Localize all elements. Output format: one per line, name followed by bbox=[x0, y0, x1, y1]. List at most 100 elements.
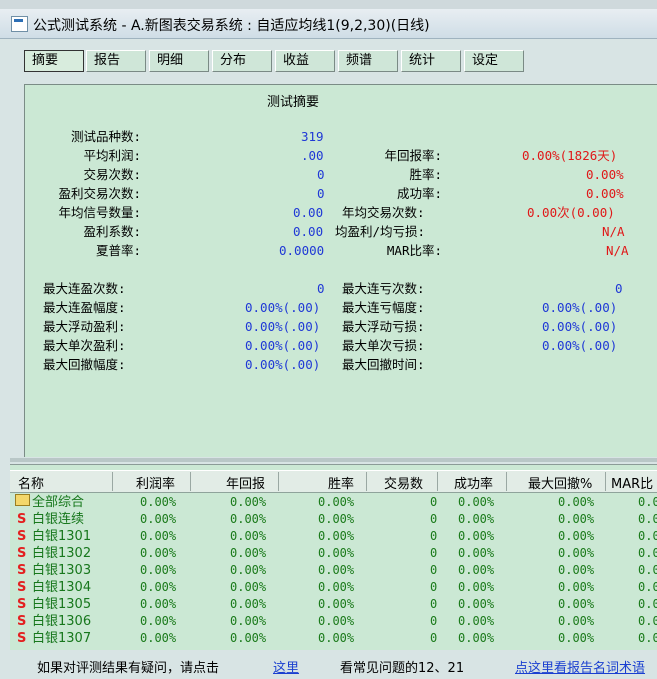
value-win-rate: 0.00% bbox=[586, 167, 624, 182]
row-cell: 0.00% bbox=[318, 597, 355, 611]
value-sharpe: 0.0000 bbox=[279, 243, 325, 258]
label-max-drawdown-time: 最大回撤时间: bbox=[342, 357, 425, 372]
row-cell: 0 bbox=[430, 580, 438, 594]
row-name: 白银1307 bbox=[32, 631, 92, 646]
row-cell: 0.00% bbox=[318, 546, 355, 560]
col-divider[interactable] bbox=[366, 472, 367, 491]
row-name: 全部综合 bbox=[32, 495, 85, 510]
row-cell: 0 bbox=[430, 495, 438, 509]
col-divider[interactable] bbox=[112, 472, 113, 491]
label-avg-win-loss: 均盈利/均亏损: bbox=[335, 224, 426, 239]
tab-spectrum[interactable]: 频谱 bbox=[338, 50, 398, 72]
tab-summary[interactable]: 摘要 bbox=[24, 50, 84, 72]
row-cell: 0.00% bbox=[140, 529, 177, 543]
title-bar[interactable]: 公式测试系统 - A.新图表交易系统 : 自适应均线1(9,2,30)(日线) bbox=[0, 9, 657, 39]
results-table: 名称 利润率 年回报 胜率 交易数 成功率 最大回撤% MAR比 全部综合 0.0… bbox=[10, 464, 657, 650]
value-success-rate: 0.00% bbox=[586, 186, 624, 201]
col-header-mar[interactable]: MAR比 bbox=[611, 473, 653, 492]
pane-splitter[interactable] bbox=[10, 458, 657, 462]
terms-link[interactable]: 点这里看报告名词术语 bbox=[515, 657, 645, 676]
tab-distribution[interactable]: 分布 bbox=[212, 50, 272, 72]
col-divider[interactable] bbox=[278, 472, 279, 491]
row-cell: 0 bbox=[430, 512, 438, 526]
row-cell: 0.00% bbox=[230, 529, 267, 543]
row-cell: 0.0 bbox=[638, 597, 657, 611]
tab-returns[interactable]: 收益 bbox=[275, 50, 335, 72]
row-cell: 0.0 bbox=[638, 529, 657, 543]
table-row[interactable]: S 白银1307 0.00% 0.00% 0.00% 0 0.00% 0.00% 0.0 bbox=[10, 630, 657, 647]
table-row[interactable]: S 白银1306 0.00% 0.00% 0.00% 0 0.00% 0.00% 0.0 bbox=[10, 613, 657, 630]
row-cell: 0.00% bbox=[230, 495, 267, 509]
stock-s-icon: S bbox=[17, 512, 27, 527]
row-cell: 0.00% bbox=[458, 580, 495, 594]
row-cell: 0.00% bbox=[558, 597, 595, 611]
value-profit-factor: 0.00 bbox=[293, 224, 324, 239]
label-trade-count: 交易次数: bbox=[83, 167, 141, 182]
row-cell: 0.00% bbox=[458, 546, 495, 560]
row-cell: 0.00% bbox=[458, 597, 495, 611]
row-cell: 0.00% bbox=[318, 580, 355, 594]
value-annual-signals: 0.00 bbox=[293, 205, 324, 220]
row-cell: 0.00% bbox=[558, 563, 595, 577]
row-cell: 0 bbox=[430, 631, 438, 645]
tab-settings[interactable]: 设定 bbox=[464, 50, 524, 72]
row-name: 白银1306 bbox=[32, 614, 92, 629]
row-cell: 0.0 bbox=[638, 495, 657, 509]
table-header: 名称 利润率 年回报 胜率 交易数 成功率 最大回撤% MAR比 bbox=[10, 470, 657, 493]
row-name: 白银1302 bbox=[32, 546, 92, 561]
col-header-name[interactable]: 名称 bbox=[18, 473, 44, 492]
label-success-rate: 成功率: bbox=[396, 186, 442, 201]
table-row[interactable]: S 白银1304 0.00% 0.00% 0.00% 0 0.00% 0.00% 0.0 bbox=[10, 579, 657, 596]
label-max-float-profit: 最大浮动盈利: bbox=[43, 319, 126, 334]
label-annual-signals: 年均信号数量: bbox=[58, 205, 141, 220]
label-max-consec-losses: 最大连亏次数: bbox=[342, 281, 425, 296]
col-header-profit[interactable]: 利润率 bbox=[136, 473, 175, 492]
col-header-max-drawdown[interactable]: 最大回撤% bbox=[528, 473, 592, 492]
col-divider[interactable] bbox=[506, 472, 507, 491]
col-header-annual-return[interactable]: 年回报 bbox=[226, 473, 265, 492]
tab-statistics[interactable]: 统计 bbox=[401, 50, 461, 72]
table-row[interactable]: S 白银1301 0.00% 0.00% 0.00% 0 0.00% 0.00% 0.0 bbox=[10, 528, 657, 545]
table-row[interactable]: S 白银连续 0.00% 0.00% 0.00% 0 0.00% 0.00% 0.0 bbox=[10, 511, 657, 528]
value-test-count: 319 bbox=[301, 129, 324, 144]
label-sharpe: 夏普率: bbox=[95, 243, 141, 258]
col-divider[interactable] bbox=[605, 472, 606, 491]
value-max-consec-win-range: 0.00%(.00) bbox=[245, 300, 321, 315]
col-divider[interactable] bbox=[190, 472, 191, 491]
row-cell: 0.0 bbox=[638, 512, 657, 526]
row-cell: 0.00% bbox=[140, 495, 177, 509]
stock-s-icon: S bbox=[17, 631, 27, 646]
col-header-success-rate[interactable]: 成功率 bbox=[454, 473, 493, 492]
label-max-consec-win-range: 最大连盈幅度: bbox=[43, 300, 126, 315]
row-cell: 0.00% bbox=[558, 631, 595, 645]
tab-report[interactable]: 报告 bbox=[86, 50, 146, 72]
table-row[interactable]: S 白银1302 0.00% 0.00% 0.00% 0 0.00% 0.00% 0.0 bbox=[10, 545, 657, 562]
summary-heading: 测试摘要 bbox=[267, 95, 320, 110]
row-cell: 0.00% bbox=[458, 614, 495, 628]
row-cell: 0.0 bbox=[638, 563, 657, 577]
table-row[interactable]: 全部综合 0.00% 0.00% 0.00% 0 0.00% 0.00% 0.0 bbox=[10, 494, 657, 511]
stock-s-icon: S bbox=[17, 563, 27, 578]
row-cell: 0.00% bbox=[318, 512, 355, 526]
col-header-win-rate[interactable]: 胜率 bbox=[328, 473, 354, 492]
col-header-trades[interactable]: 交易数 bbox=[384, 473, 423, 492]
table-row[interactable]: S 白银1303 0.00% 0.00% 0.00% 0 0.00% 0.00% 0.0 bbox=[10, 562, 657, 579]
row-cell: 0 bbox=[430, 597, 438, 611]
col-divider[interactable] bbox=[437, 472, 438, 491]
row-cell: 0.00% bbox=[230, 580, 267, 594]
summary-panel: 测试摘要 测试品种数: 319 平均利润: .00 交易次数: 0 盈利交易次数… bbox=[24, 84, 657, 457]
row-cell: 0.00% bbox=[558, 529, 595, 543]
tab-detail[interactable]: 明细 bbox=[149, 50, 209, 72]
stock-s-icon: S bbox=[17, 614, 27, 629]
row-cell: 0 bbox=[430, 614, 438, 628]
row-name: 白银1303 bbox=[32, 563, 92, 578]
here-link[interactable]: 这里 bbox=[273, 657, 299, 676]
window-title: 公式测试系统 - A.新图表交易系统 : 自适应均线1(9,2,30)(日线) bbox=[33, 18, 430, 34]
row-cell: 0.00% bbox=[140, 512, 177, 526]
row-cell: 0.00% bbox=[230, 614, 267, 628]
row-name: 白银1304 bbox=[32, 580, 92, 595]
table-row[interactable]: S 白银1305 0.00% 0.00% 0.00% 0 0.00% 0.00% 0.0 bbox=[10, 596, 657, 613]
label-max-single-loss: 最大单次亏损: bbox=[342, 338, 425, 353]
row-cell: 0.00% bbox=[140, 631, 177, 645]
footer-bar: 如果对评测结果有疑问，请点击 这里 看常见问题的12、21 点这里看报告名词术语 bbox=[10, 652, 657, 679]
